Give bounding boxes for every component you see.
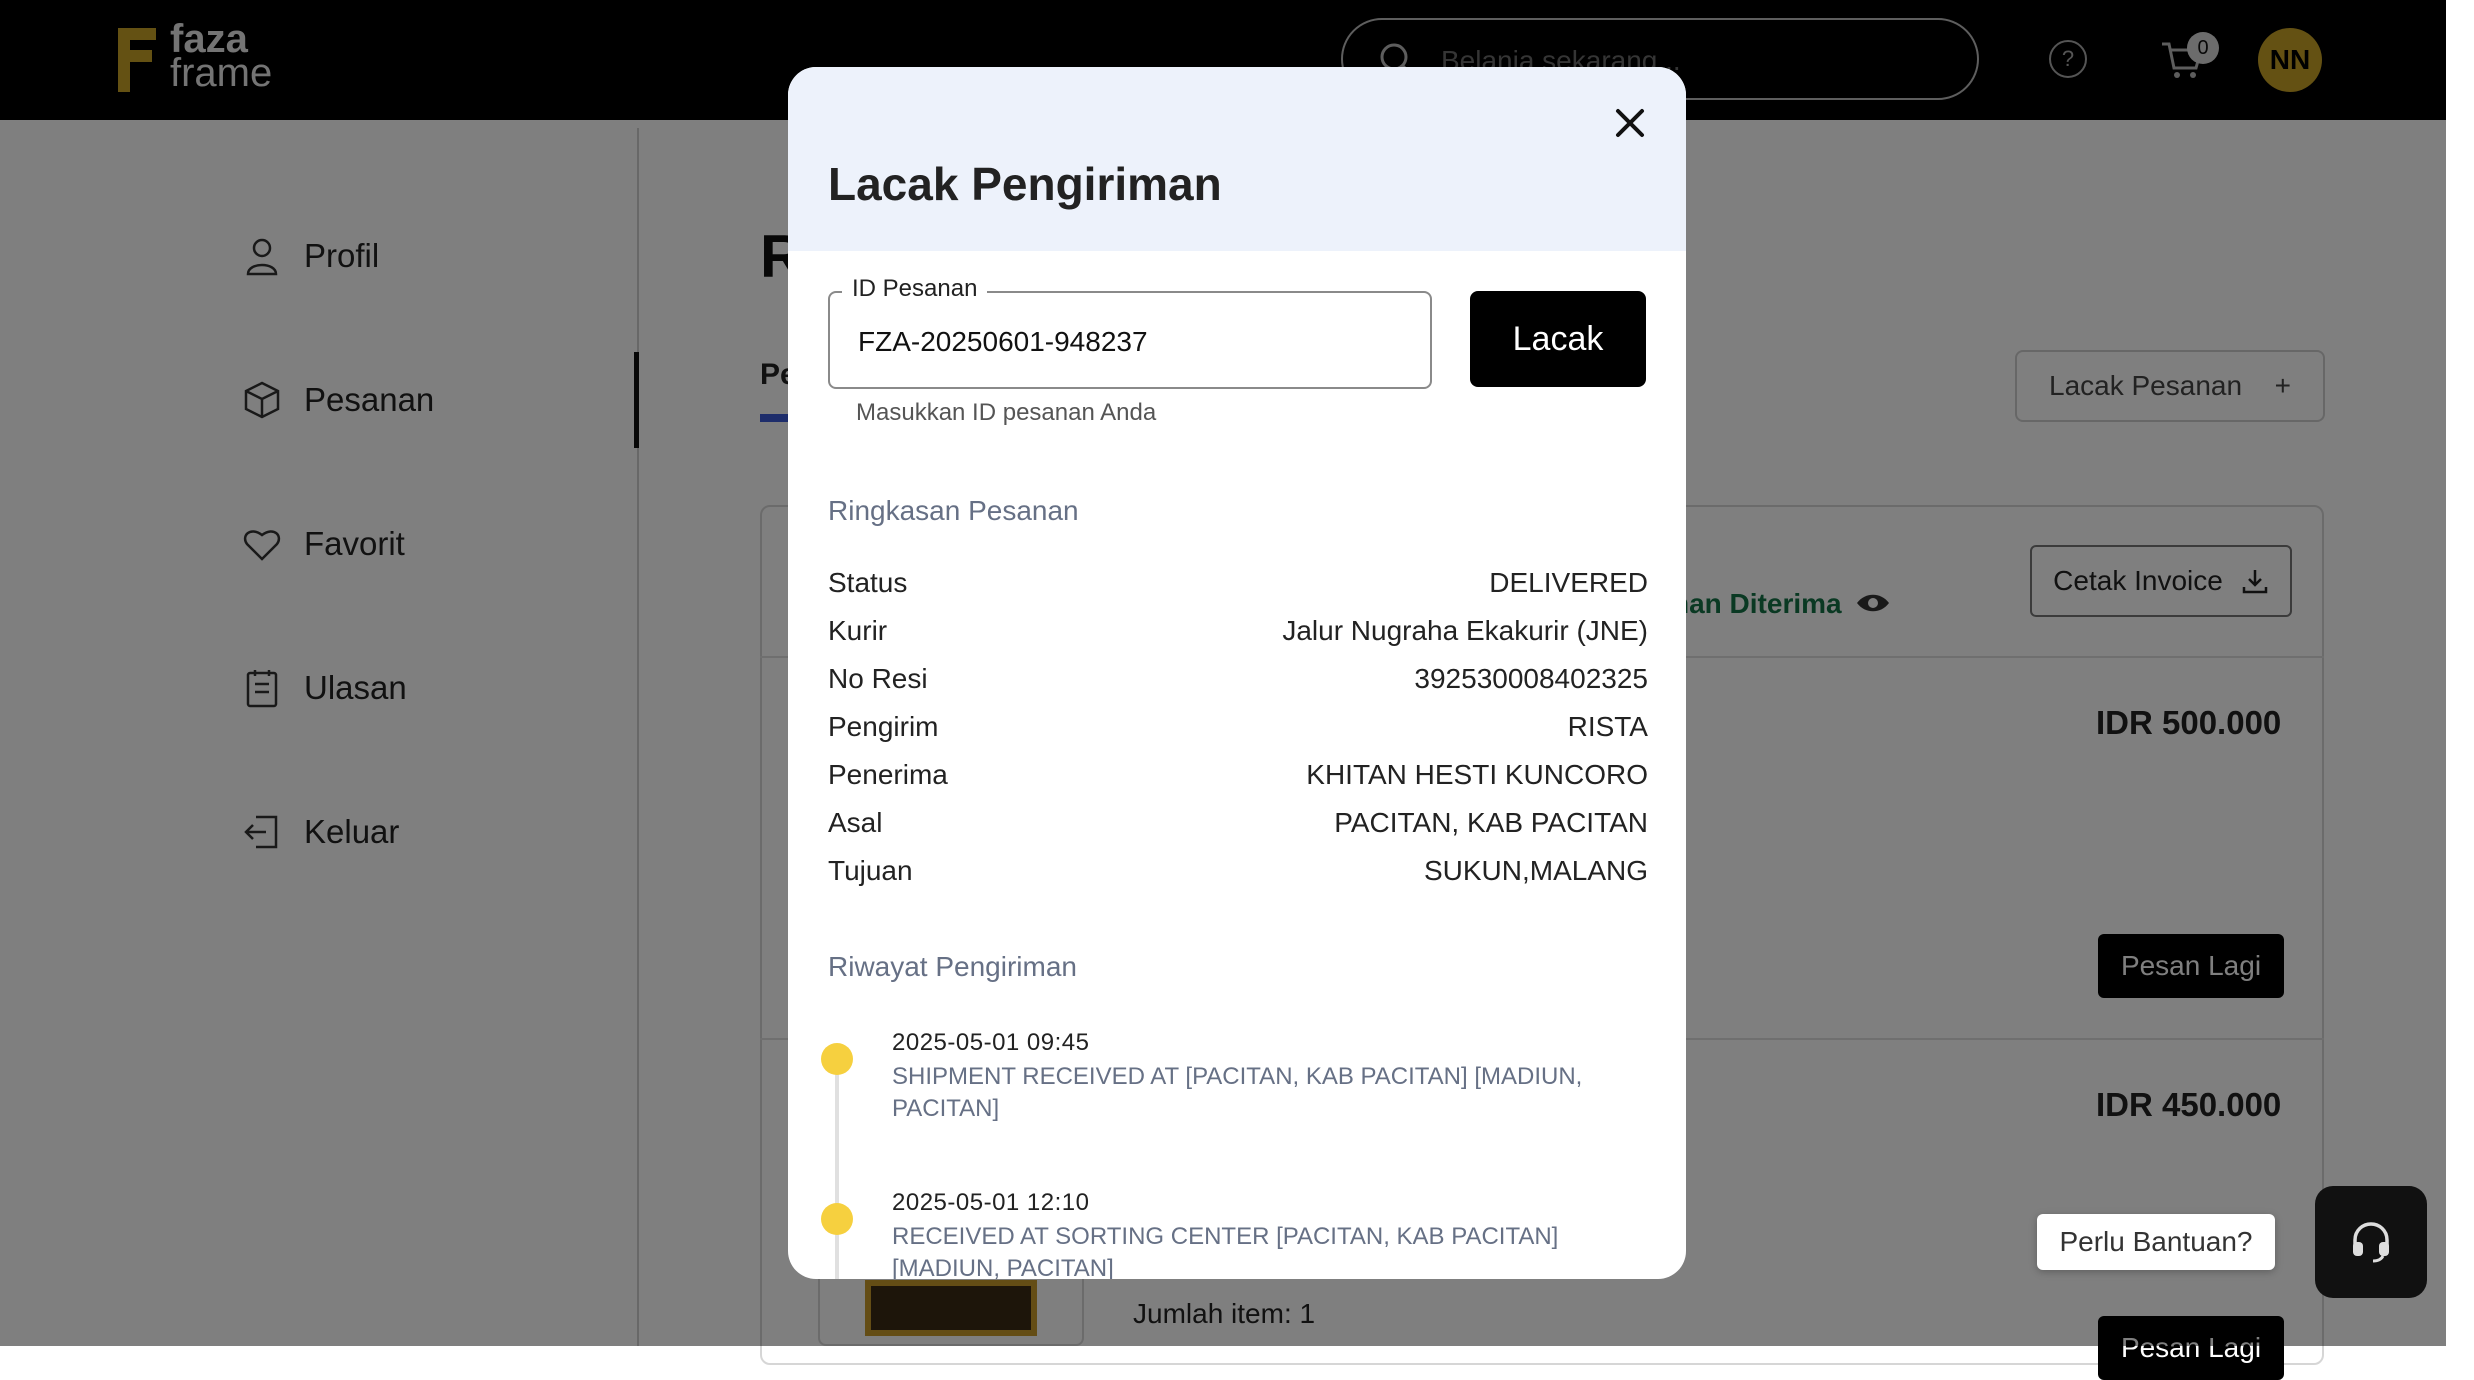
- order-id-label: ID Pesanan: [842, 275, 988, 303]
- track-shipment-modal: Lacak Pengiriman ID Pesanan Masukkan ID …: [788, 67, 1686, 1279]
- close-icon[interactable]: [1610, 103, 1650, 143]
- summary-row-tujuan: Tujuan SUKUN,MALANG: [828, 855, 1648, 899]
- timeline-line: [835, 1055, 839, 1279]
- summary-value: KHITAN HESTI KUNCORO: [1306, 759, 1648, 790]
- summary-label: No Resi: [828, 663, 928, 694]
- modal-title: Lacak Pengiriman: [828, 158, 1222, 210]
- history-desc: SHIPMENT RECEIVED AT [PACITAN, KAB PACIT…: [892, 1063, 1583, 1122]
- order-id-input[interactable]: [856, 323, 1420, 361]
- summary-row-resi: No Resi 392530008402325: [828, 663, 1648, 707]
- history-title: Riwayat Pengiriman: [828, 951, 1077, 982]
- summary-value: 392530008402325: [1414, 663, 1648, 694]
- headset-icon: [2353, 1222, 2389, 1263]
- summary-label: Status: [828, 567, 908, 598]
- summary-row-kurir: Kurir Jalur Nugraha Ekakurir (JNE): [828, 615, 1648, 659]
- support-chat-button[interactable]: [2315, 1186, 2427, 1298]
- summary-row-penerima: Penerima KHITAN HESTI KUNCORO: [828, 759, 1648, 803]
- timeline-dot: [821, 1203, 853, 1235]
- summary-value: PACITAN, KAB PACITAN: [1334, 807, 1648, 838]
- summary-row-status: Status DELIVERED: [828, 567, 1648, 611]
- timeline-dot: [821, 1043, 853, 1075]
- summary-value: DELIVERED: [1489, 567, 1648, 598]
- summary-label: Asal: [828, 807, 883, 838]
- summary-row-asal: Asal PACITAN, KAB PACITAN: [828, 807, 1648, 851]
- summary-label: Tujuan: [828, 855, 913, 886]
- help-bubble[interactable]: Perlu Bantuan?: [2037, 1214, 2275, 1270]
- history-desc: RECEIVED AT SORTING CENTER [PACITAN, KAB…: [892, 1223, 1559, 1279]
- summary-label: Pengirim: [828, 711, 939, 742]
- summary-value: Jalur Nugraha Ekakurir (JNE): [1282, 615, 1648, 646]
- summary-label: Kurir: [828, 615, 888, 646]
- page-scrollbar[interactable]: [2446, 0, 2474, 1346]
- order-id-helper: Masukkan ID pesanan Anda: [856, 399, 1157, 426]
- summary-value: RISTA: [1567, 711, 1648, 742]
- summary-title: Ringkasan Pesanan: [828, 495, 1079, 526]
- history-time: 2025-05-01 09:45: [892, 1029, 1090, 1056]
- summary-label: Penerima: [828, 759, 948, 790]
- history-time: 2025-05-01 12:10: [892, 1189, 1090, 1216]
- track-button[interactable]: Lacak: [1470, 291, 1646, 387]
- summary-value: SUKUN,MALANG: [1423, 855, 1648, 886]
- summary-row-pengirim: Pengirim RISTA: [828, 711, 1648, 755]
